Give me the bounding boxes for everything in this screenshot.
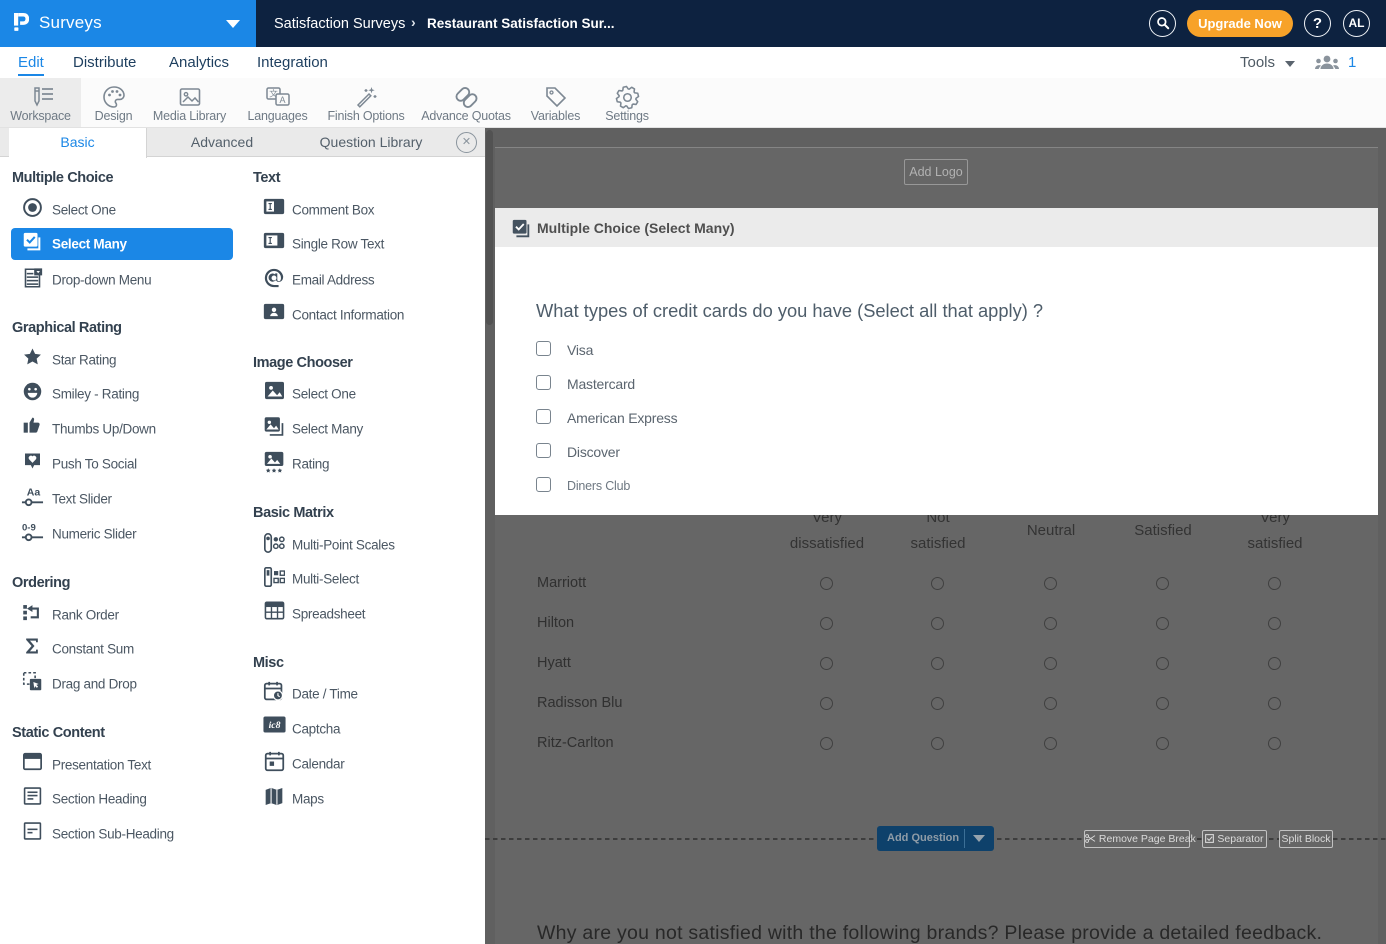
svg-text:A: A <box>279 95 285 105</box>
svg-text:ic8: ic8 <box>268 720 280 731</box>
svg-text:Aa: Aa <box>26 487 40 499</box>
